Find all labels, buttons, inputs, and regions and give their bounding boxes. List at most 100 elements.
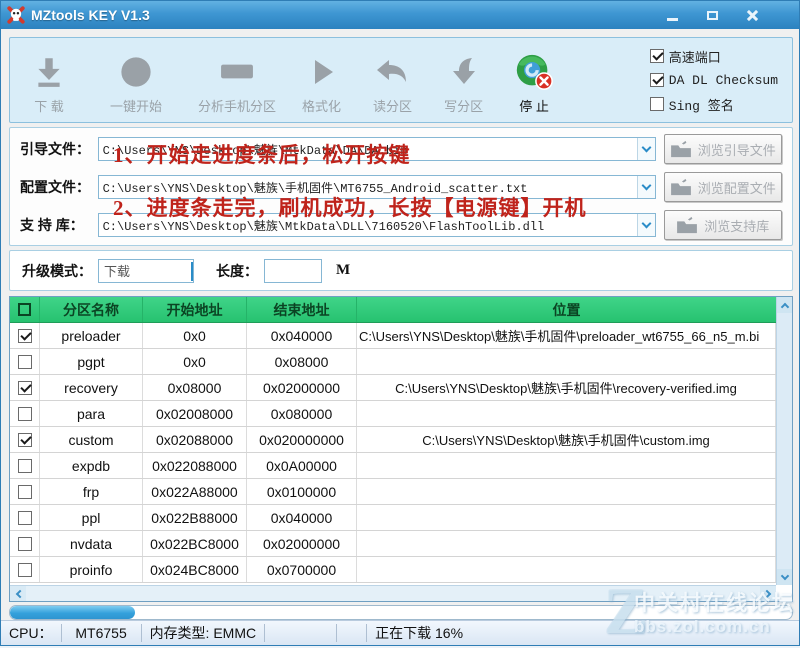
row-checkbox[interactable]	[18, 381, 32, 395]
partition-name: proinfo	[40, 557, 143, 582]
end-address: 0x040000	[247, 323, 357, 348]
annotation-step-1: 1、开始走进度条后，松开按键	[113, 139, 411, 169]
annotation-step-2: 2、进度条走完，刷机成功，长按【电源键】开机	[113, 192, 587, 222]
format-button[interactable]: 格式化	[302, 45, 341, 115]
sign-checkbox[interactable]: Sing 签名	[650, 95, 778, 114]
maximize-button[interactable]	[699, 6, 725, 24]
memory-value: EMMC	[213, 625, 256, 641]
da-dl-checksum-checkbox[interactable]: DA DL Checksum	[650, 73, 778, 88]
end-address: 0x080000	[247, 401, 357, 426]
read-partition-icon	[375, 51, 411, 93]
row-checkbox[interactable]	[18, 485, 32, 499]
download-label: 下 载	[34, 96, 64, 115]
row-checkbox[interactable]	[18, 355, 32, 369]
close-button[interactable]	[739, 6, 765, 24]
titlebar: MZtools KEY V1.3	[1, 1, 799, 29]
scroll-left-button[interactable]	[10, 586, 26, 602]
header-partition-name[interactable]: 分区名称	[40, 297, 143, 322]
row-checkbox[interactable]	[18, 407, 32, 421]
row-checkbox[interactable]	[18, 433, 32, 447]
analyze-partitions-button[interactable]: 分析手机分区	[198, 45, 276, 115]
checkbox-icon	[18, 303, 31, 316]
file-location: C:\Users\YNS\Desktop\魅族\手机固件\preloader_w…	[357, 323, 776, 348]
stop-icon	[513, 51, 555, 93]
table-row-recovery[interactable]: recovery 0x08000 0x02000000 C:\Users\YNS…	[10, 375, 776, 401]
combo-dropdown-button[interactable]	[637, 176, 655, 198]
file-location: C:\Users\YNS\Desktop\魅族\手机固件\recovery-ve…	[357, 375, 776, 400]
vertical-scrollbar[interactable]	[776, 297, 792, 585]
table-row-pgpt[interactable]: pgpt 0x0 0x08000	[10, 349, 776, 375]
header-checkbox-column[interactable]	[10, 297, 40, 322]
row-checkbox[interactable]	[18, 537, 32, 551]
row-checkbox[interactable]	[18, 511, 32, 525]
highspeed-port-checkbox[interactable]: 高速端口	[650, 47, 778, 66]
boot-file-label: 引导文件：	[20, 139, 98, 159]
chevron-left-icon	[15, 590, 23, 598]
end-address: 0x02000000	[247, 375, 357, 400]
header-location[interactable]: 位置	[357, 297, 776, 322]
close-icon	[746, 9, 758, 21]
scroll-up-button[interactable]	[777, 297, 793, 313]
statusbar-spacer	[265, 624, 337, 642]
horizontal-scrollbar[interactable]	[10, 585, 776, 601]
minimize-button[interactable]	[659, 6, 685, 24]
table-row-custom[interactable]: custom 0x02088000 0x020000000 C:\Users\Y…	[10, 427, 776, 453]
chevron-down-icon	[191, 262, 193, 281]
header-start-address[interactable]: 开始地址	[143, 297, 247, 322]
upgrade-mode-select[interactable]: 下载	[98, 259, 194, 283]
partition-name: para	[40, 401, 143, 426]
combo-dropdown-button[interactable]	[637, 138, 655, 160]
format-label: 格式化	[302, 96, 341, 115]
table-row-ppl[interactable]: ppl 0x022B88000 0x040000	[10, 505, 776, 531]
chevron-down-icon	[641, 181, 651, 191]
one-key-start-label: 一键开始	[110, 96, 162, 115]
download-button[interactable]: 下 载	[32, 45, 66, 115]
length-label: 长度：	[216, 261, 258, 281]
browse-boot-file-button[interactable]: 浏览引导文件	[664, 134, 782, 164]
table-row-preloader[interactable]: preloader 0x0 0x040000 C:\Users\YNS\Desk…	[10, 323, 776, 349]
scroll-down-button[interactable]	[777, 569, 793, 585]
start-address: 0x08000	[143, 375, 247, 400]
statusbar: CPU： MT6755 内存类型: EMMC 正在下载 16%	[1, 620, 799, 645]
download-status-text: 正在下载 16%	[367, 624, 799, 642]
start-address: 0x022B88000	[143, 505, 247, 530]
row-checkbox[interactable]	[18, 329, 32, 343]
table-row-para[interactable]: para 0x02008000 0x080000	[10, 401, 776, 427]
row-checkbox-cell	[10, 479, 40, 504]
chevron-down-icon	[641, 143, 651, 153]
stop-button[interactable]: 停 止	[513, 45, 555, 115]
browse-support-lib-button[interactable]: 浏览支持库	[664, 210, 782, 240]
file-location	[357, 453, 776, 478]
partition-name: pgpt	[40, 349, 143, 374]
read-partition-button[interactable]: 读分区	[373, 45, 412, 115]
row-checkbox[interactable]	[18, 459, 32, 473]
browse-config-file-button[interactable]: 浏览配置文件	[664, 172, 782, 202]
start-address: 0x02008000	[143, 401, 247, 426]
scroll-right-button[interactable]	[760, 586, 776, 602]
combo-dropdown-button[interactable]	[637, 214, 655, 236]
combo-dropdown-button[interactable]	[191, 262, 193, 280]
partition-name: recovery	[40, 375, 143, 400]
progress-fill	[10, 606, 135, 619]
sign-label: Sing 签名	[669, 95, 734, 114]
da-dl-checksum-label: DA DL Checksum	[669, 73, 778, 88]
cpu-label: CPU：	[1, 624, 62, 642]
table-row-frp[interactable]: frp 0x022A88000 0x0100000	[10, 479, 776, 505]
browse-support-lib-label: 浏览支持库	[704, 216, 769, 235]
start-address: 0x022088000	[143, 453, 247, 478]
table-row-expdb[interactable]: expdb 0x022088000 0x0A00000	[10, 453, 776, 479]
window-title: MZtools KEY V1.3	[31, 7, 150, 23]
checkbox-icon	[650, 49, 664, 63]
length-input[interactable]	[264, 259, 322, 283]
table-row-nvdata[interactable]: nvdata 0x022BC8000 0x02000000	[10, 531, 776, 557]
analyze-partitions-icon	[217, 51, 257, 93]
partition-name: custom	[40, 427, 143, 452]
end-address: 0x0700000	[247, 557, 357, 582]
table-row-proinfo[interactable]: proinfo 0x024BC8000 0x0700000	[10, 557, 776, 583]
one-key-start-button[interactable]: 一键开始	[110, 45, 162, 115]
header-end-address[interactable]: 结束地址	[247, 297, 357, 322]
file-location	[357, 401, 776, 426]
write-partition-button[interactable]: 写分区	[444, 45, 483, 115]
partition-table: 分区名称 开始地址 结束地址 位置 preloader 0x0 0x040000…	[9, 296, 793, 602]
row-checkbox[interactable]	[18, 563, 32, 577]
